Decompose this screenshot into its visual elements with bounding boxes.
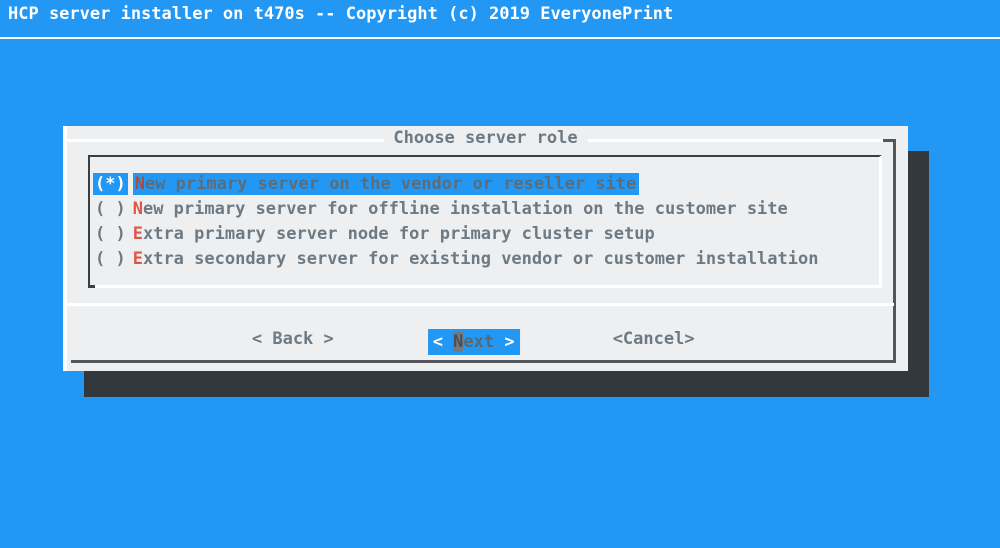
dialog-border-bottom	[71, 360, 896, 363]
next-button[interactable]: < Next >	[428, 329, 520, 355]
choose-server-role-dialog: Choose server role (*) New primary serve…	[63, 126, 908, 371]
radio-option-label: Extra secondary server for existing vend…	[133, 248, 822, 270]
header-title: HCP server installer on t470s -- Copyrig…	[8, 4, 673, 24]
hotkey-letter: E	[133, 249, 143, 269]
dialog-border-left	[63, 126, 67, 371]
label-text: xtra secondary server for existing vendo…	[143, 249, 819, 269]
hotkey-letter: N	[133, 199, 143, 219]
radio-option-label: Extra primary server node for primary cl…	[133, 223, 658, 245]
radio-indicator: ( )	[93, 248, 128, 270]
label-text: ew primary server for offline installati…	[143, 199, 788, 219]
label-text: xtra primary server node for primary clu…	[143, 224, 655, 244]
radio-option-extra-primary-node[interactable]: ( ) Extra primary server node for primar…	[93, 221, 879, 246]
header-separator-line	[0, 37, 1000, 39]
label-text: ew primary server on the vendor or resel…	[145, 174, 636, 194]
radio-option-new-primary-vendor[interactable]: (*) New primary server on the vendor or …	[93, 171, 879, 196]
back-button[interactable]: < Back >	[252, 329, 334, 349]
next-label-rest: ext	[463, 332, 494, 352]
next-bracket-open: <	[433, 332, 453, 352]
radiolist: (*) New primary server on the vendor or …	[88, 155, 882, 288]
dialog-border-right	[893, 139, 896, 363]
radio-indicator: ( )	[93, 223, 128, 245]
hotkey-letter: N	[135, 174, 145, 194]
radio-option-new-primary-offline[interactable]: ( ) New primary server for offline insta…	[93, 196, 879, 221]
next-cursor-letter: N	[453, 332, 463, 352]
hotkey-letter: E	[133, 224, 143, 244]
cancel-button[interactable]: <Cancel>	[613, 329, 695, 349]
radio-option-label: New primary server for offline installat…	[133, 198, 791, 220]
radiolist-corner	[88, 285, 95, 288]
radio-indicator: (*)	[93, 173, 128, 195]
next-bracket-close: >	[494, 332, 514, 352]
radio-indicator: ( )	[93, 198, 128, 220]
dialog-title: Choose server role	[383, 128, 587, 148]
button-row-separator	[67, 303, 894, 306]
terminal-screen: HCP server installer on t470s -- Copyrig…	[0, 0, 1000, 548]
radio-option-label: New primary server on the vendor or rese…	[133, 173, 640, 195]
radio-option-extra-secondary[interactable]: ( ) Extra secondary server for existing …	[93, 246, 879, 271]
